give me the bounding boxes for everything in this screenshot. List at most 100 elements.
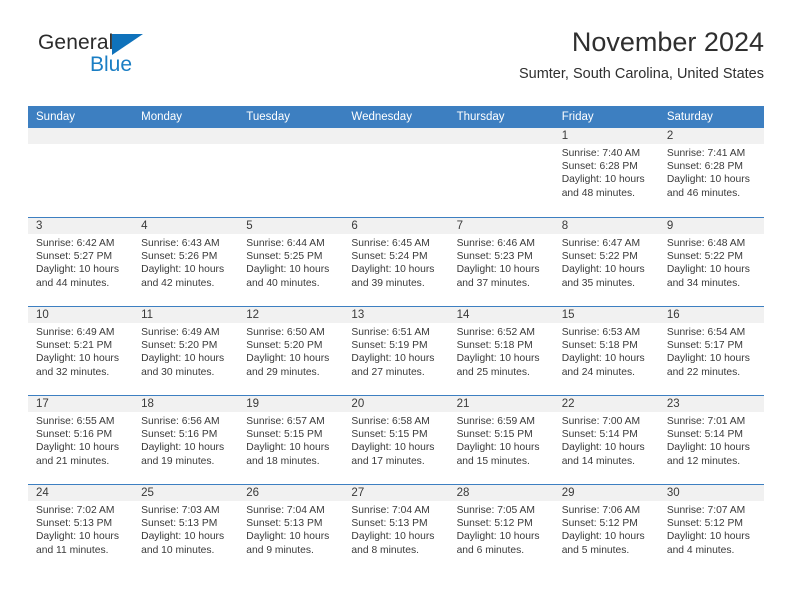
page-title: November 2024 [571,27,764,57]
day-sun-info: Sunrise: 7:07 AM Sunset: 5:12 PM Daylight:… [659,501,764,557]
day-number: 14 [456,309,470,321]
calendar-day-cell[interactable]: 12 Sunrise: 6:50 AM Sunset: 5:20 PM Dayligh… [238,307,344,395]
general-blue-logo[interactable]: General Blue [28,26,248,86]
day-number-band: 13 [343,307,449,323]
calendar-day-cell[interactable]: 11 Sunrise: 6:49 AM Sunset: 5:20 PM Dayligh… [133,307,239,395]
calendar-day-cell[interactable]: 23 Sunrise: 7:01 AM Sunset: 5:14 PM Dayligh… [658,396,764,484]
calendar-day-cell[interactable]: 4 Sunrise: 6:43 AM Sunset: 5:26 PM Daylight… [133,218,239,306]
daylight-text: Daylight: 10 hours and 44 minutes. [36,264,119,289]
calendar-day-cell[interactable]: 25 Sunrise: 7:03 AM Sunset: 5:13 PM Dayligh… [133,485,239,573]
calendar-day-cell[interactable]: 28 Sunrise: 7:05 AM Sunset: 5:12 PM Dayligh… [448,485,554,573]
calendar-day-cell[interactable]: 2 Sunrise: 7:41 AM Sunset: 6:28 PM Daylight… [658,128,764,217]
calendar-day-cell[interactable]: 14 Sunrise: 6:52 AM Sunset: 5:18 PM Dayligh… [448,307,554,395]
sunset-text: Sunset: 5:18 PM [561,340,638,352]
daylight-text: Daylight: 10 hours and 40 minutes. [246,264,330,289]
calendar-day-cell-empty [28,128,134,217]
day-number-band: 10 [28,307,134,323]
sunrise-text: Sunrise: 6:54 AM [666,327,746,338]
calendar-day-cell[interactable]: 30 Sunrise: 7:07 AM Sunset: 5:12 PM Dayligh… [658,485,764,573]
day-sun-info: Sunrise: 6:55 AM Sunset: 5:16 PM Daylight:… [28,412,133,468]
day-number: 4 [141,220,148,232]
daylight-text: Daylight: 10 hours and 6 minutes. [456,531,540,556]
day-sun-info: Sunrise: 6:59 AM Sunset: 5:15 PM Daylight:… [449,412,554,468]
day-number: 13 [351,309,365,321]
day-number: 30 [666,487,680,499]
sunrise-text: Sunrise: 7:06 AM [561,505,641,516]
sunrise-text: Sunrise: 6:44 AM [246,238,325,249]
sunrise-text: Sunrise: 6:55 AM [36,416,115,427]
day-number-band: 7 [448,218,554,234]
sunset-text: Sunset: 5:19 PM [351,340,428,352]
calendar-day-cell[interactable]: 24 Sunrise: 7:02 AM Sunset: 5:13 PM Dayligh… [28,485,134,573]
daylight-text: Daylight: 10 hours and 32 minutes. [36,353,119,378]
day-number: 22 [561,398,575,410]
sunset-text: Sunset: 5:27 PM [36,251,113,263]
day-number-band: 20 [343,396,449,412]
sunrise-text: Sunrise: 6:59 AM [456,416,535,427]
calendar-day-cell[interactable]: 26 Sunrise: 7:04 AM Sunset: 5:13 PM Dayligh… [238,485,344,573]
calendar-week-row: 1 Sunrise: 7:40 AM Sunset: 6:28 PM Daylight… [28,128,764,217]
sunrise-text: Sunrise: 7:00 AM [561,416,641,427]
sunrise-text: Sunrise: 6:51 AM [351,327,430,338]
day-number-band: 23 [658,396,764,412]
calendar-day-cell[interactable]: 16 Sunrise: 6:54 AM Sunset: 5:17 PM Dayligh… [658,307,764,395]
day-sun-info: Sunrise: 6:49 AM Sunset: 5:21 PM Daylight:… [28,323,133,379]
calendar-day-cell[interactable]: 17 Sunrise: 6:55 AM Sunset: 5:16 PM Dayligh… [28,396,134,484]
sunrise-text: Sunrise: 7:40 AM [561,148,641,159]
sunset-text: Sunset: 5:12 PM [456,518,533,530]
sunset-text: Sunset: 5:13 PM [141,518,218,530]
day-number: 10 [36,309,49,321]
day-number: 7 [456,220,463,232]
sunrise-text: Sunrise: 6:49 AM [36,327,115,338]
daylight-text: Daylight: 10 hours and 14 minutes. [561,442,645,467]
day-number: 8 [561,220,569,232]
calendar-day-cell[interactable]: 5 Sunrise: 6:44 AM Sunset: 5:25 PM Daylight… [238,218,344,306]
day-number: 27 [351,487,365,499]
calendar-day-cell[interactable]: 3 Sunrise: 6:42 AM Sunset: 5:27 PM Daylight… [28,218,134,306]
calendar-day-cell[interactable]: 18 Sunrise: 6:56 AM Sunset: 5:16 PM Dayligh… [133,396,239,484]
sunset-text: Sunset: 5:14 PM [666,429,743,441]
calendar-day-cell[interactable]: 9 Sunrise: 6:48 AM Sunset: 5:22 PM Daylight… [658,218,764,306]
weekday-header-friday: Friday [561,111,594,123]
calendar-day-cell[interactable]: 15 Sunrise: 6:53 AM Sunset: 5:18 PM Dayligh… [553,307,659,395]
sunrise-text: Sunrise: 6:52 AM [456,327,535,338]
daylight-text: Daylight: 10 hours and 17 minutes. [351,442,435,467]
day-sun-info: Sunrise: 6:43 AM Sunset: 5:26 PM Daylight:… [133,234,238,290]
sunset-text: Sunset: 5:13 PM [351,518,428,530]
sunset-text: Sunset: 5:23 PM [456,251,533,263]
calendar-day-cell[interactable]: 20 Sunrise: 6:58 AM Sunset: 5:15 PM Dayligh… [343,396,449,484]
calendar-day-cell[interactable]: 22 Sunrise: 7:00 AM Sunset: 5:14 PM Dayligh… [553,396,659,484]
calendar-day-cell[interactable]: 19 Sunrise: 6:57 AM Sunset: 5:15 PM Dayligh… [238,396,344,484]
calendar-day-cell[interactable]: 6 Sunrise: 6:45 AM Sunset: 5:24 PM Daylight… [343,218,449,306]
sunset-text: Sunset: 5:26 PM [141,251,218,263]
daylight-text: Daylight: 10 hours and 4 minutes. [666,531,750,556]
day-number: 21 [456,398,470,410]
day-number-band: 1 [553,128,659,144]
sunset-text: Sunset: 5:15 PM [351,429,428,441]
sunrise-text: Sunrise: 7:03 AM [141,505,220,516]
day-number-band [28,128,134,144]
calendar-day-cell[interactable]: 27 Sunrise: 7:04 AM Sunset: 5:13 PM Dayligh… [343,485,449,573]
calendar-day-cell[interactable]: 8 Sunrise: 6:47 AM Sunset: 5:22 PM Daylight… [553,218,659,306]
day-number-band: 24 [28,485,134,501]
calendar-page: General Blue November 2024 Sumter, South… [0,0,792,612]
daylight-text: Daylight: 10 hours and 39 minutes. [351,264,435,289]
day-number: 28 [456,487,470,499]
day-number-band: 6 [343,218,449,234]
calendar-day-cell[interactable]: 7 Sunrise: 6:46 AM Sunset: 5:23 PM Daylight… [448,218,554,306]
calendar-day-cell[interactable]: 1 Sunrise: 7:40 AM Sunset: 6:28 PM Daylight… [553,128,659,217]
day-sun-info: Sunrise: 6:42 AM Sunset: 5:27 PM Daylight:… [28,234,133,290]
weekday-header-saturday: Saturday [666,111,713,123]
weekday-header-tuesday: Tuesday [246,111,290,123]
calendar-day-cell[interactable]: 29 Sunrise: 7:06 AM Sunset: 5:12 PM Dayligh… [553,485,659,573]
daylight-text: Daylight: 10 hours and 35 minutes. [561,264,645,289]
sunrise-text: Sunrise: 6:57 AM [246,416,325,427]
calendar-day-cell[interactable]: 21 Sunrise: 6:59 AM Sunset: 5:15 PM Dayligh… [448,396,554,484]
calendar-day-cell[interactable]: 13 Sunrise: 6:51 AM Sunset: 5:19 PM Dayligh… [343,307,449,395]
sunset-text: Sunset: 5:24 PM [351,251,428,263]
calendar-day-cell[interactable]: 10 Sunrise: 6:49 AM Sunset: 5:21 PM Dayligh… [28,307,134,395]
sunrise-text: Sunrise: 6:58 AM [351,416,430,427]
sunset-text: Sunset: 5:13 PM [246,518,323,530]
sunset-text: Sunset: 5:14 PM [561,429,638,441]
day-sun-info: Sunrise: 6:58 AM Sunset: 5:15 PM Daylight:… [343,412,448,468]
